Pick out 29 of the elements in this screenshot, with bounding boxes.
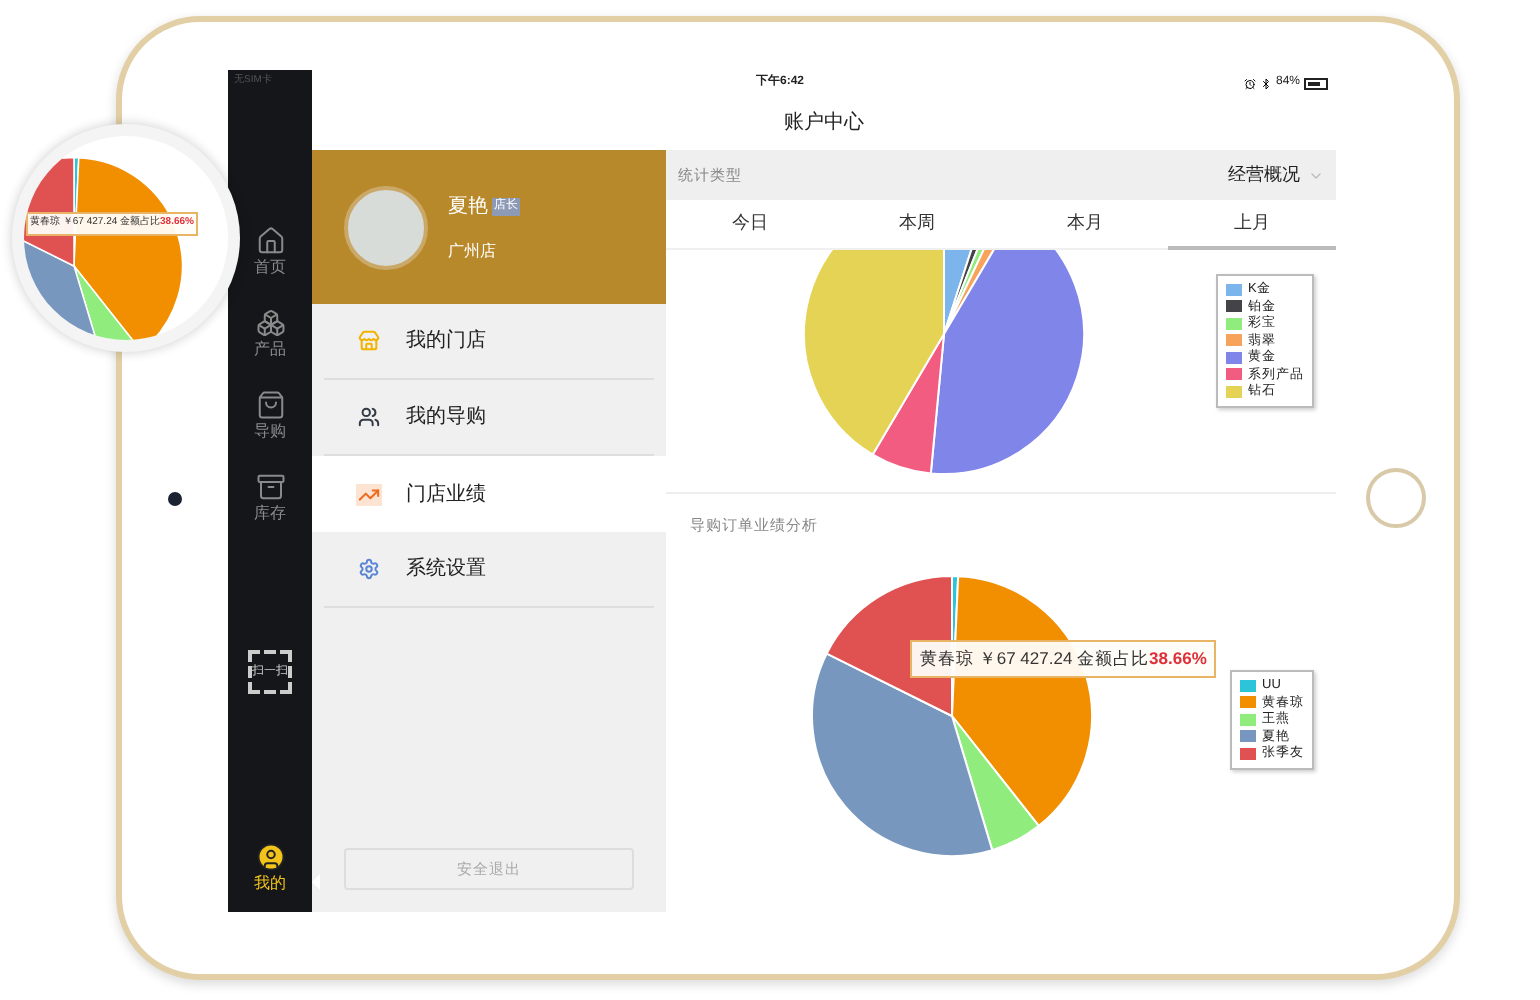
box-icon xyxy=(255,472,285,502)
gear-icon xyxy=(356,558,382,580)
user-icon xyxy=(255,842,285,872)
menu-item[interactable]: 系统设置 xyxy=(324,532,654,608)
menu-item[interactable]: 我的门店 xyxy=(324,304,654,380)
camera-icon xyxy=(168,491,182,505)
house-icon xyxy=(255,226,285,256)
nav-tab[interactable]: 导购 xyxy=(254,390,286,440)
avatar-placeholder xyxy=(344,185,428,269)
shop-icon xyxy=(356,330,382,352)
chart-tooltip: 黄春琼 ￥67 427.24 金额占比38.66% xyxy=(910,640,1217,678)
bag-icon xyxy=(255,390,285,420)
store-name: 广州店 xyxy=(448,239,498,263)
nav-tab[interactable]: 库存 xyxy=(254,472,286,522)
nav-tab[interactable]: 我的 xyxy=(254,842,286,892)
home-button[interactable] xyxy=(1365,468,1425,528)
user-name: 夏艳 xyxy=(448,193,488,221)
nav-tab[interactable]: 首页 xyxy=(254,226,286,276)
boxes-icon xyxy=(255,308,285,338)
period-tab[interactable]: 上月 xyxy=(1168,200,1336,250)
bluetooth-icon xyxy=(1259,77,1272,89)
people-icon xyxy=(356,406,382,428)
period-tab[interactable]: 今日 xyxy=(666,200,834,250)
page-title: 账户中心 xyxy=(784,109,864,138)
battery-icon xyxy=(1304,77,1328,89)
nav-tab[interactable]: 产品 xyxy=(254,308,286,358)
filter-dropdown[interactable]: 经营概况 xyxy=(1228,161,1324,189)
trend-icon xyxy=(356,483,382,505)
alarm-icon xyxy=(1243,77,1256,89)
